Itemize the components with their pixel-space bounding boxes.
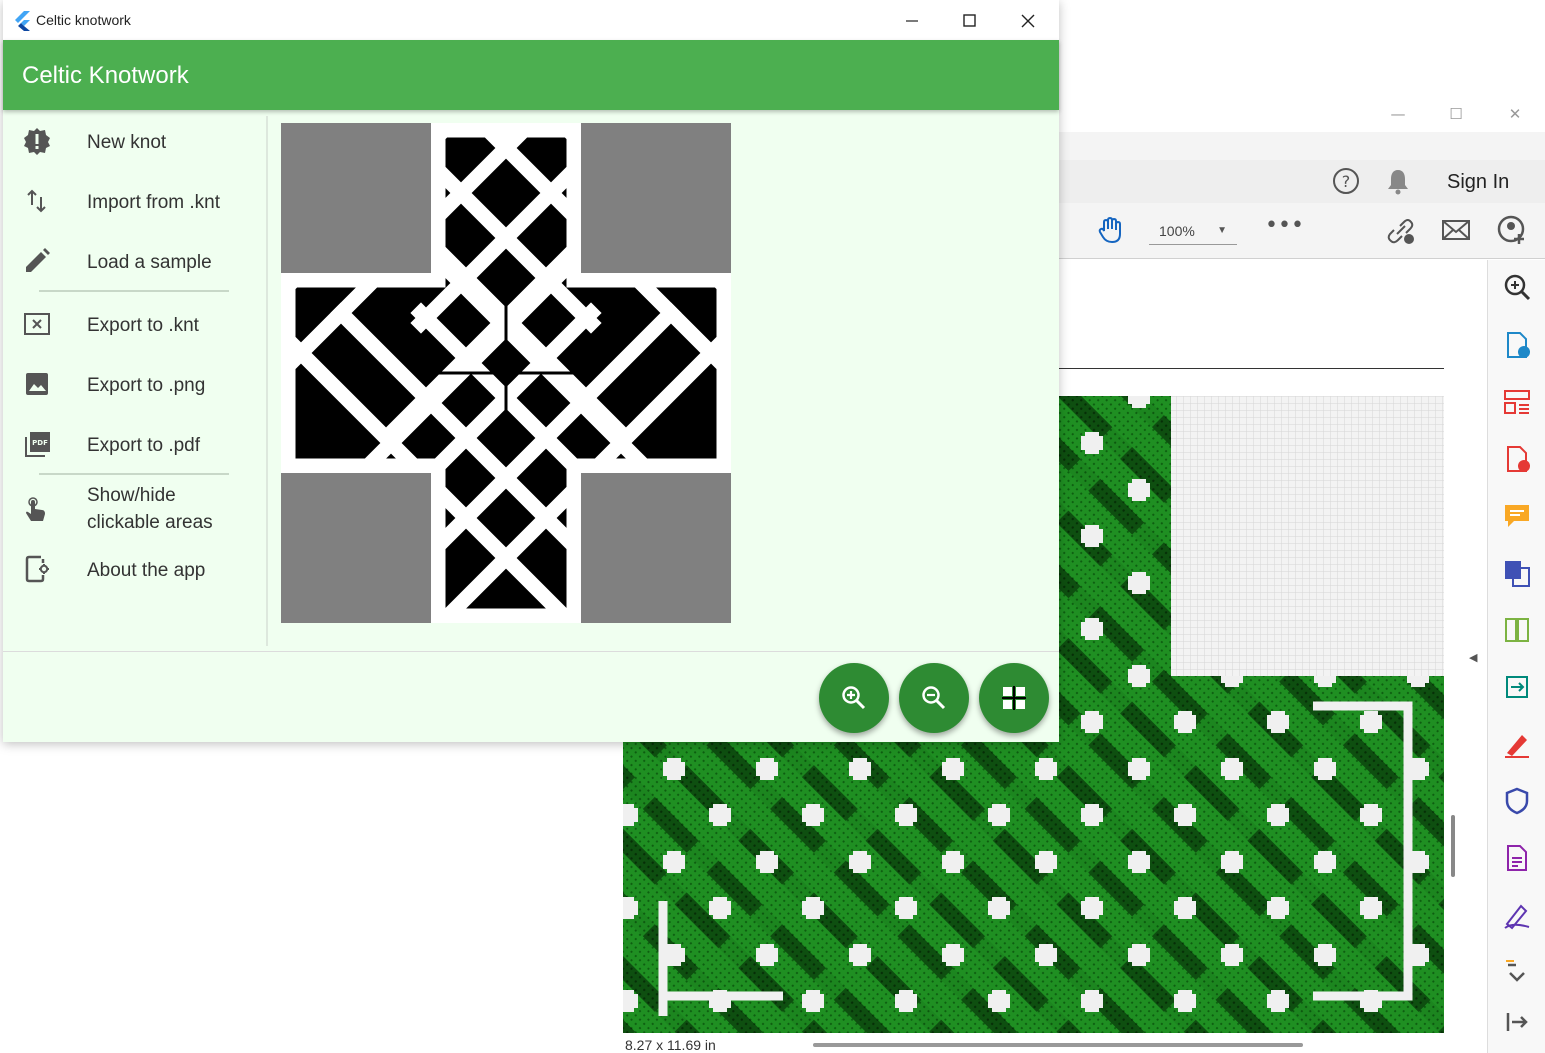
- protect-shield-icon[interactable]: [1502, 786, 1532, 816]
- fit-view-button[interactable]: [979, 663, 1049, 733]
- image-icon: [26, 373, 48, 395]
- menu-item-export-knt[interactable]: Export to .knt: [3, 296, 266, 352]
- touch-icon: [26, 497, 45, 521]
- zoom-value: 100%: [1159, 223, 1195, 239]
- pencil-icon: [26, 248, 50, 272]
- menu-item-export-png[interactable]: Export to .png: [3, 356, 266, 412]
- menu-label: Show/hide clickable areas: [87, 485, 213, 533]
- pdf-tab-strip: [1059, 132, 1545, 160]
- celtic-knot-graphic: [281, 123, 731, 623]
- menu-label: Export to .knt: [87, 315, 199, 336]
- convert-pdf-icon[interactable]: [1502, 558, 1532, 588]
- sign-pen-icon[interactable]: [1502, 900, 1532, 930]
- menu-item-export-pdf[interactable]: PDF Export to .pdf: [3, 416, 266, 472]
- app-title: Celtic Knotwork: [22, 62, 189, 89]
- zoom-out-icon: [922, 686, 946, 710]
- horizontal-scrollbar[interactable]: [813, 1043, 1303, 1047]
- more-tools-chevron-icon[interactable]: [1502, 957, 1532, 987]
- app-bar: Celtic Knotwork: [3, 40, 1059, 110]
- zoom-out-button[interactable]: [899, 663, 969, 733]
- menu-label: Load a sample: [87, 252, 212, 273]
- menu-item-new-knot[interactable]: New knot: [3, 113, 266, 169]
- bell-icon[interactable]: [1385, 167, 1411, 195]
- chevron-down-icon: ▼: [1217, 225, 1227, 236]
- vertical-scrollbar[interactable]: [1451, 815, 1455, 877]
- svg-text:PDF: PDF: [32, 439, 48, 447]
- share-link-icon[interactable]: [1385, 216, 1417, 246]
- import-arrows-icon: [27, 189, 46, 213]
- pdf-toolbar: 100% ▼ •••: [1059, 203, 1545, 259]
- menu-label: Import from .knt: [87, 192, 221, 213]
- pdf-maximize-button[interactable]: ☐: [1441, 103, 1471, 125]
- knot-canvas[interactable]: [281, 123, 731, 623]
- collapse-panel-icon[interactable]: ◀: [1469, 651, 1477, 664]
- minimize-icon[interactable]: [889, 8, 935, 34]
- zoom-in-button[interactable]: [819, 663, 889, 733]
- export-knt-icon: [24, 313, 50, 335]
- grid-fit-icon: [1002, 686, 1026, 710]
- menu-label: New knot: [87, 132, 167, 153]
- page-size-label: 8.27 x 11.69 in: [625, 1037, 716, 1053]
- organize-pages-icon[interactable]: [1502, 387, 1532, 417]
- pdf-minimize-button[interactable]: —: [1383, 103, 1413, 125]
- svg-text:?: ?: [1342, 172, 1351, 191]
- page-edge: [1059, 368, 1444, 369]
- edit-form-icon[interactable]: [1502, 843, 1532, 873]
- maximize-icon[interactable]: [947, 8, 993, 34]
- send-for-review-icon[interactable]: [1502, 672, 1532, 702]
- zoom-search-icon[interactable]: [1502, 272, 1532, 302]
- bottom-divider: [3, 651, 1059, 652]
- flutter-logo-icon: [15, 11, 30, 31]
- pdf-menubar: ? Sign In: [1059, 160, 1545, 204]
- menu-item-show-hide-clickable[interactable]: Show/hide clickable areas: [3, 480, 266, 540]
- hand-tool-icon[interactable]: [1095, 215, 1125, 245]
- export-pdf-icon[interactable]: [1502, 330, 1532, 360]
- new-knot-icon: [24, 128, 50, 155]
- pdf-close-button[interactable]: ✕: [1500, 103, 1530, 125]
- side-menu: New knot Import from .knt Load a sample …: [3, 110, 266, 650]
- pdf-icon: PDF: [25, 432, 50, 457]
- help-icon[interactable]: ?: [1332, 167, 1360, 195]
- menu-label: About the app: [87, 560, 206, 581]
- exit-panel-icon[interactable]: [1502, 1007, 1532, 1037]
- sign-in-link[interactable]: Sign In: [1447, 171, 1509, 194]
- fill-sign-icon[interactable]: [1502, 729, 1532, 759]
- menu-label: Export to .pdf: [87, 435, 201, 456]
- window-titlebar: Celtic knotwork: [3, 0, 1059, 40]
- menu-vertical-divider: [266, 116, 268, 646]
- create-pdf-icon[interactable]: [1502, 444, 1532, 474]
- menu-divider: [39, 473, 229, 475]
- pdf-tools-panel: [1487, 260, 1545, 1053]
- add-user-icon[interactable]: [1497, 215, 1529, 245]
- menu-item-import-knt[interactable]: Import from .knt: [3, 173, 266, 229]
- menu-item-about[interactable]: About the app: [3, 541, 266, 597]
- celtic-knotwork-window: Celtic knotwork Celtic Knotwork New knot…: [3, 0, 1059, 742]
- menu-label: Export to .png: [87, 375, 206, 396]
- menu-divider: [39, 290, 229, 292]
- compare-files-icon[interactable]: [1502, 615, 1532, 645]
- comment-icon[interactable]: [1502, 501, 1532, 531]
- zoom-dropdown[interactable]: 100% ▼: [1149, 217, 1237, 245]
- pdf-viewer-titlebar: — ☐ ✕: [1059, 95, 1545, 132]
- app-info-icon: [25, 555, 49, 583]
- menu-item-load-sample[interactable]: Load a sample: [3, 233, 266, 289]
- zoom-in-icon: [842, 686, 866, 710]
- close-icon[interactable]: [1005, 8, 1051, 34]
- window-title: Celtic knotwork: [36, 12, 131, 28]
- mail-icon[interactable]: [1441, 218, 1471, 242]
- more-options-icon[interactable]: •••: [1265, 213, 1304, 238]
